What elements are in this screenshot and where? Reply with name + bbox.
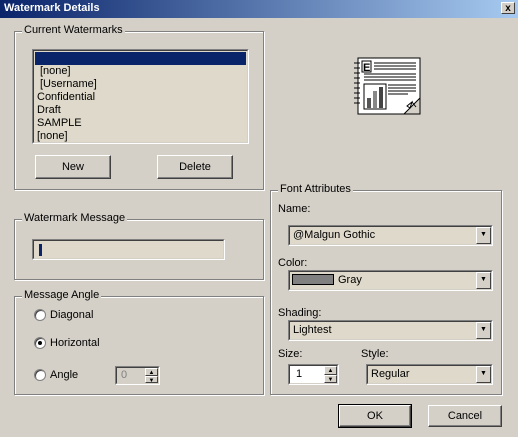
spin-down-icon[interactable]: ▼	[324, 374, 337, 383]
list-item[interactable]: Confidential	[35, 91, 246, 104]
angle-radio[interactable]	[34, 369, 46, 381]
diagonal-label: Diagonal	[50, 309, 94, 321]
spin-up-icon[interactable]: ▲	[324, 366, 337, 375]
list-item[interactable]: SAMPLE	[35, 117, 246, 130]
text-caret	[39, 244, 42, 256]
ok-button-label: OK	[367, 410, 383, 422]
horizontal-label: Horizontal	[50, 337, 100, 349]
color-select[interactable]: Gray ▼	[288, 270, 493, 291]
cancel-button[interactable]: Cancel	[428, 405, 502, 427]
chevron-down-icon[interactable]: ▼	[476, 366, 491, 383]
list-item[interactable]: [Username]	[35, 78, 246, 91]
diagonal-radio[interactable]	[34, 309, 46, 321]
angle-value: 0	[121, 369, 128, 381]
spin-down-icon[interactable]: ▼	[145, 375, 158, 384]
color-value: Gray	[338, 274, 362, 286]
chevron-down-icon[interactable]: ▼	[476, 272, 491, 289]
delete-button[interactable]: Delete	[157, 155, 233, 179]
watermark-message-input[interactable]	[32, 239, 225, 260]
document-preview-icon: E	[352, 55, 432, 119]
font-name-value: @Malgun Gothic	[293, 229, 376, 241]
font-name-label: Name:	[278, 203, 311, 215]
style-value: Regular	[371, 368, 410, 380]
shading-label: Shading:	[278, 307, 322, 319]
new-button[interactable]: New	[35, 155, 111, 179]
list-item[interactable]: [none]	[35, 65, 246, 78]
horizontal-radio[interactable]	[34, 337, 46, 349]
font-attributes-legend: Font Attributes	[278, 183, 353, 195]
style-label: Style:	[361, 348, 389, 360]
angle-label: Angle	[50, 369, 79, 381]
color-swatch	[292, 274, 334, 285]
style-select[interactable]: Regular ▼	[366, 364, 493, 385]
size-value: 1	[296, 368, 303, 380]
shading-value: Lightest	[293, 324, 332, 336]
close-button[interactable]: x	[501, 2, 515, 14]
cancel-button-label: Cancel	[447, 410, 483, 422]
angle-spinner[interactable]: 0 ▲ ▼	[115, 366, 160, 385]
size-label: Size:	[278, 348, 303, 360]
angle-spin-buttons[interactable]: ▲ ▼	[145, 368, 158, 384]
chevron-down-icon[interactable]: ▼	[476, 322, 491, 339]
size-spin-buttons[interactable]: ▲ ▼	[324, 366, 337, 383]
svg-text:E: E	[363, 62, 370, 74]
close-icon: x	[505, 3, 511, 14]
window-title: Watermark Details	[4, 2, 100, 14]
list-item[interactable]: [none]	[35, 130, 246, 143]
list-item[interactable]	[35, 52, 246, 65]
color-label: Color:	[278, 257, 308, 269]
shading-select[interactable]: Lightest ▼	[288, 320, 493, 341]
size-spinner[interactable]: 1 ▲ ▼	[288, 364, 339, 385]
delete-button-label: Delete	[179, 161, 211, 173]
ok-button[interactable]: OK	[338, 404, 412, 428]
watermark-message-legend: Watermark Message	[22, 212, 128, 224]
current-watermarks-legend: Current Watermarks	[22, 24, 125, 36]
message-angle-legend: Message Angle	[22, 289, 102, 301]
new-button-label: New	[61, 161, 84, 173]
spin-up-icon[interactable]: ▲	[145, 368, 158, 376]
chevron-down-icon[interactable]: ▼	[476, 227, 491, 244]
font-name-select[interactable]: @Malgun Gothic ▼	[288, 225, 493, 246]
watermarks-listbox[interactable]: [none] [Username] Confidential Draft SAM…	[32, 49, 249, 144]
list-item[interactable]: Draft	[35, 104, 246, 117]
title-bar: Watermark Details x	[0, 0, 518, 18]
